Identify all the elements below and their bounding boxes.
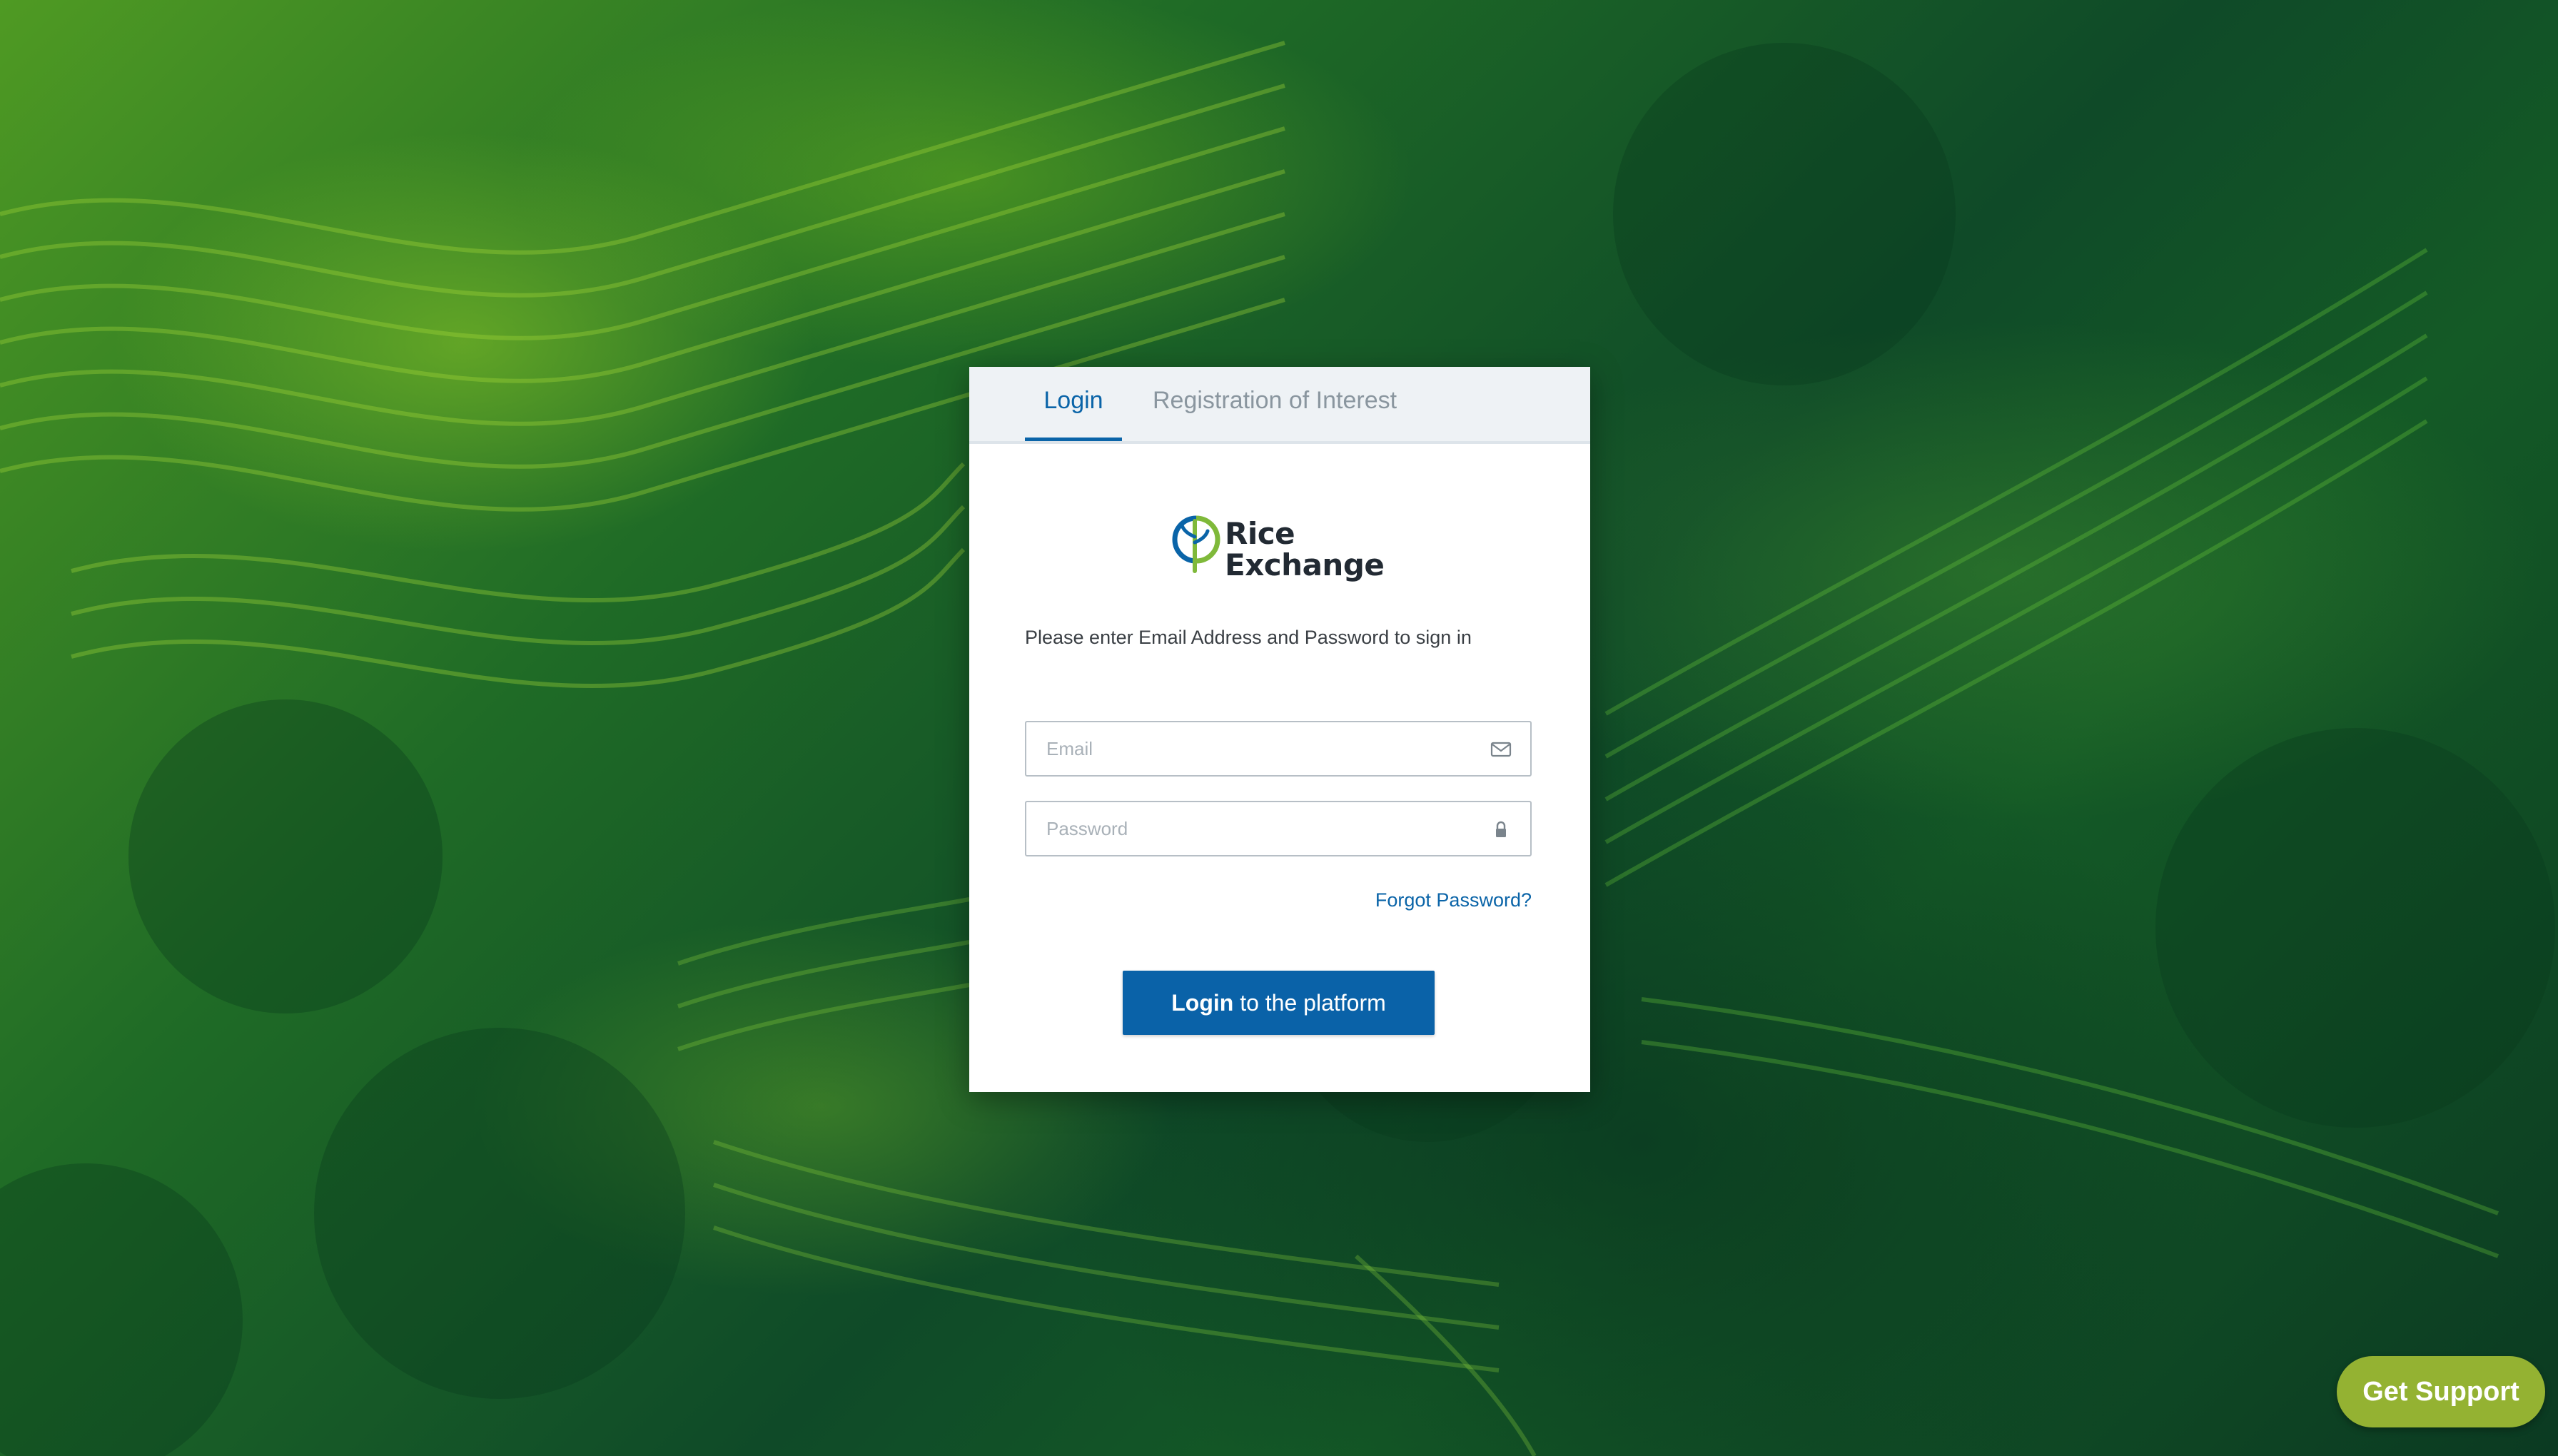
envelope-icon xyxy=(1490,742,1512,757)
tab-registration-of-interest[interactable]: Registration of Interest xyxy=(1153,388,1397,441)
rice-plant-icon xyxy=(1172,515,1220,573)
logo-line-rice: Rice xyxy=(1225,516,1295,551)
rice-exchange-logo: Rice Exchange xyxy=(1169,512,1397,584)
login-card: Login Registration of Interest Rice Exch… xyxy=(969,367,1590,1092)
lock-icon xyxy=(1496,821,1506,837)
email-field xyxy=(1025,721,1532,777)
get-support-button[interactable]: Get Support xyxy=(2337,1356,2545,1427)
tab-login[interactable]: Login xyxy=(1025,388,1122,441)
email-input[interactable] xyxy=(1026,722,1489,775)
sign-in-instructions: Please enter Email Address and Password … xyxy=(1025,627,1472,648)
login-button-strong: Login xyxy=(1171,989,1234,1016)
login-button[interactable]: Login to the platform xyxy=(1123,971,1435,1035)
forgot-password-link[interactable]: Forgot Password? xyxy=(1375,889,1532,911)
tab-bar: Login Registration of Interest xyxy=(969,367,1590,444)
password-field xyxy=(1025,801,1532,856)
login-button-rest: to the platform xyxy=(1233,989,1386,1016)
password-input[interactable] xyxy=(1026,802,1489,855)
logo-wordmark: Rice Exchange xyxy=(1225,516,1385,582)
logo-line-exchange: Exchange xyxy=(1225,547,1385,582)
